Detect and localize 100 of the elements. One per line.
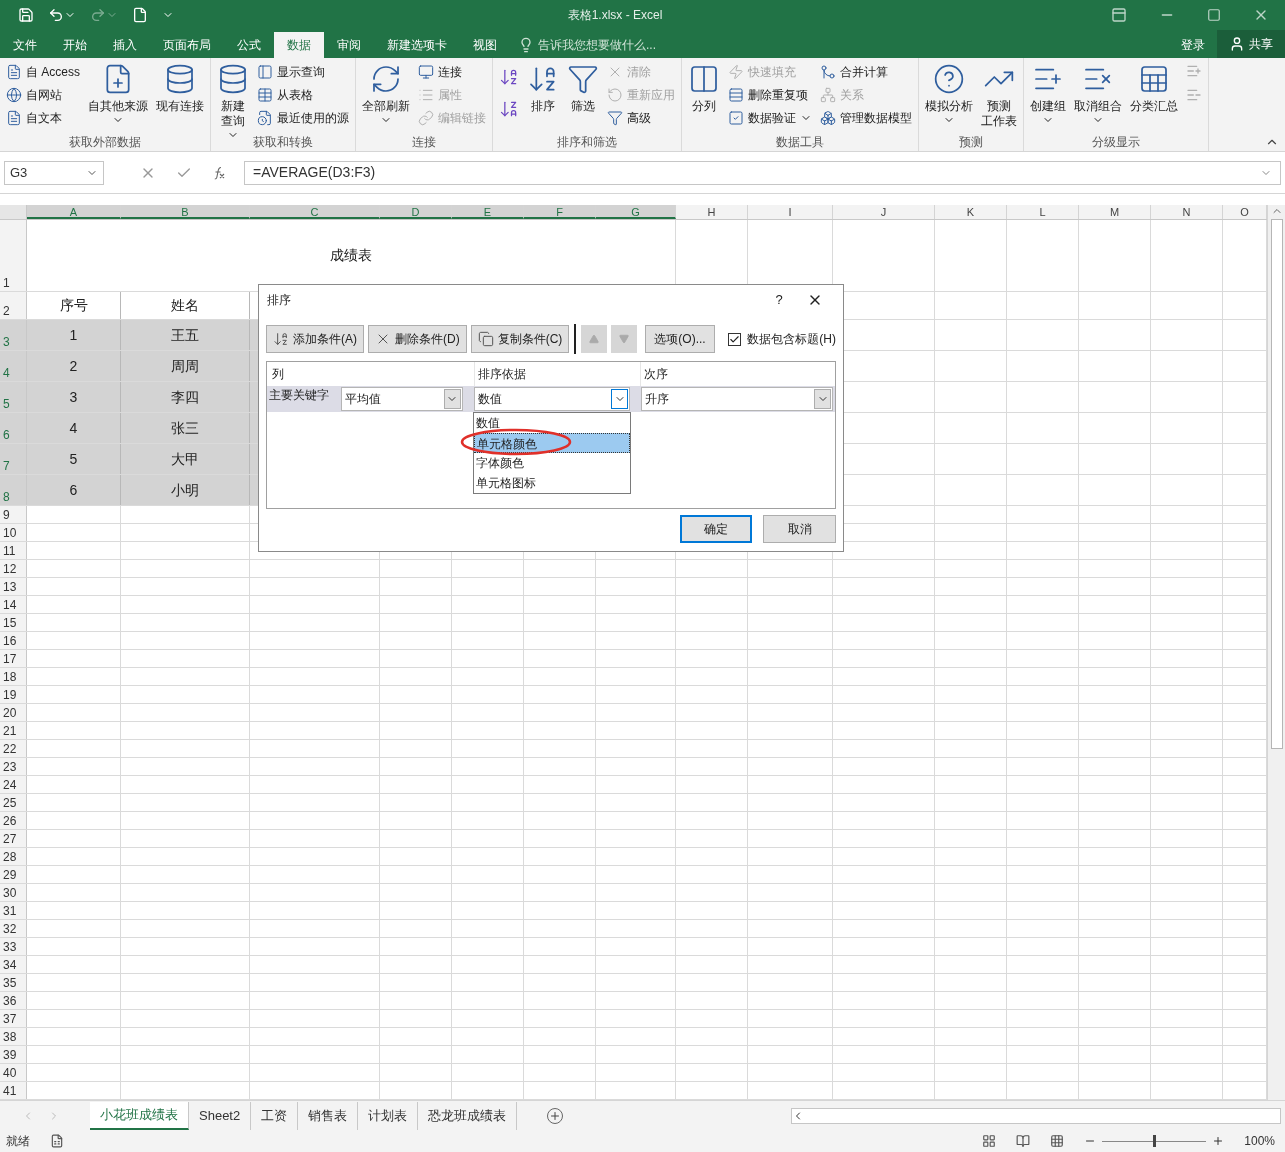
- ribbon-button[interactable]: 模拟分析: [921, 63, 977, 126]
- dropdown-field[interactable]: 平均值: [340, 387, 463, 411]
- row-header[interactable]: 19: [0, 686, 27, 703]
- row-header[interactable]: 35: [0, 974, 27, 991]
- cancel-button[interactable]: 取消: [763, 515, 836, 543]
- ribbon-button[interactable]: 数据验证: [728, 109, 812, 127]
- ribbon-button[interactable]: 自其他来源: [84, 63, 152, 126]
- row-header[interactable]: 28: [0, 848, 27, 865]
- row-header[interactable]: 30: [0, 884, 27, 901]
- row-header[interactable]: 7: [0, 444, 27, 474]
- row-header[interactable]: 37: [0, 1010, 27, 1027]
- row-header[interactable]: 26: [0, 812, 27, 829]
- row-header[interactable]: 9: [0, 506, 27, 523]
- toolbar-button[interactable]: 复制条件(C): [470, 325, 570, 353]
- ribbon-button[interactable]: 高级: [607, 109, 675, 127]
- ribbon-tab[interactable]: 文件: [0, 32, 50, 58]
- move-up-button[interactable]: [581, 325, 608, 353]
- column-header[interactable]: H: [676, 205, 748, 219]
- ribbon-tab[interactable]: 页面布局: [150, 32, 224, 58]
- row-header[interactable]: 2: [0, 292, 27, 319]
- row-header[interactable]: 22: [0, 740, 27, 757]
- ribbon-button[interactable]: 删除重复项: [728, 86, 812, 104]
- column-header[interactable]: L: [1007, 205, 1079, 219]
- ribbon-button[interactable]: 从表格: [257, 86, 349, 104]
- horizontal-scrollbar[interactable]: [791, 1107, 1281, 1124]
- ribbon-button[interactable]: 合并计算: [820, 63, 912, 81]
- ribbon-button[interactable]: 自 Access: [6, 63, 80, 81]
- ribbon-button[interactable]: 预测 工作表: [977, 63, 1021, 129]
- ribbon-display-icon[interactable]: [1111, 7, 1127, 23]
- row-header[interactable]: 10: [0, 524, 27, 541]
- scroll-thumb[interactable]: [1270, 219, 1283, 749]
- dropdown-field[interactable]: 升序: [641, 387, 833, 411]
- ribbon-tab[interactable]: 新建选项卡: [374, 32, 460, 58]
- row-header[interactable]: 38: [0, 1028, 27, 1045]
- ribbon-tab[interactable]: 审阅: [324, 32, 374, 58]
- zoom-slider[interactable]: [1102, 1135, 1207, 1147]
- ribbon-button[interactable]: 连接: [418, 63, 486, 81]
- row-header[interactable]: 12: [0, 560, 27, 577]
- new-document-icon[interactable]: [132, 7, 148, 23]
- dropdown-option[interactable]: 单元格颜色: [474, 433, 630, 453]
- maximize-icon[interactable]: [1207, 8, 1221, 22]
- checkbox[interactable]: [728, 332, 742, 346]
- ribbon-button[interactable]: 显示查询: [257, 63, 349, 81]
- row-header[interactable]: 5: [0, 382, 27, 412]
- row-header[interactable]: 27: [0, 830, 27, 847]
- column-header[interactable]: B: [121, 205, 250, 219]
- row-header[interactable]: 1: [0, 220, 27, 291]
- help-button[interactable]: ?: [763, 290, 795, 310]
- dropdown-option[interactable]: 数值: [474, 413, 630, 433]
- row-header[interactable]: 13: [0, 578, 27, 595]
- row-header[interactable]: 11: [0, 542, 27, 559]
- ribbon-tab[interactable]: 插入: [100, 32, 150, 58]
- page-break-icon[interactable]: [1050, 1134, 1065, 1148]
- column-header[interactable]: D: [380, 205, 452, 219]
- ribbon-button[interactable]: 排序: [523, 63, 563, 114]
- row-header[interactable]: 6: [0, 413, 27, 443]
- ribbon-tab[interactable]: 数据: [274, 32, 324, 58]
- ribbon-button[interactable]: 自文本: [6, 109, 80, 127]
- ribbon-button[interactable]: 创建组: [1026, 63, 1070, 126]
- save-icon[interactable]: [18, 7, 34, 23]
- row-header[interactable]: 32: [0, 920, 27, 937]
- row-header[interactable]: 16: [0, 632, 27, 649]
- normal-view-icon[interactable]: [982, 1134, 997, 1148]
- list-plus-icon[interactable]: [1186, 63, 1202, 79]
- macro-record-icon[interactable]: [50, 1134, 64, 1148]
- ribbon-button[interactable]: 自网站: [6, 86, 80, 104]
- dropdown-field[interactable]: 数值: [473, 387, 631, 411]
- ribbon-tab[interactable]: 开始: [50, 32, 100, 58]
- page-layout-icon[interactable]: [1016, 1134, 1031, 1148]
- sheet-tab[interactable]: 工资: [251, 1101, 299, 1130]
- sheet-tab[interactable]: Sheet2: [189, 1101, 252, 1130]
- ribbon-button[interactable]: 最近使用的源: [257, 109, 349, 127]
- sort-descending-icon[interactable]: [499, 99, 519, 119]
- row-header[interactable]: 8: [0, 475, 27, 505]
- sheet-tab[interactable]: 恐龙班成绩表: [418, 1101, 518, 1130]
- undo-icon[interactable]: [48, 7, 64, 23]
- row-header[interactable]: 24: [0, 776, 27, 793]
- row-header[interactable]: 18: [0, 668, 27, 685]
- row-header[interactable]: 17: [0, 650, 27, 667]
- ribbon-tab[interactable]: 视图: [460, 32, 510, 58]
- options-button[interactable]: 选项(O)...: [645, 325, 715, 353]
- row-header[interactable]: 33: [0, 938, 27, 955]
- column-header[interactable]: A: [27, 205, 121, 219]
- list-minus-icon[interactable]: [1186, 87, 1202, 103]
- sheet-tab[interactable]: 销售表: [298, 1101, 359, 1130]
- ribbon-tab[interactable]: 公式: [224, 32, 274, 58]
- ribbon-button[interactable]: 筛选: [563, 63, 603, 114]
- sign-in-link[interactable]: 登录: [1169, 32, 1217, 58]
- move-down-button[interactable]: [611, 325, 638, 353]
- row-header[interactable]: 21: [0, 722, 27, 739]
- ok-button[interactable]: 确定: [680, 515, 752, 543]
- sheet-tab[interactable]: 计划表: [358, 1101, 419, 1130]
- row-header[interactable]: 36: [0, 992, 27, 1009]
- row-header[interactable]: 3: [0, 320, 27, 350]
- row-header[interactable]: 41: [0, 1082, 27, 1099]
- column-header[interactable]: G: [596, 205, 676, 219]
- share-button[interactable]: 共享: [1217, 30, 1285, 58]
- toolbar-button[interactable]: 删除条件(D): [368, 325, 467, 353]
- ribbon-button[interactable]: 现有连接: [152, 63, 208, 114]
- row-header[interactable]: 14: [0, 596, 27, 613]
